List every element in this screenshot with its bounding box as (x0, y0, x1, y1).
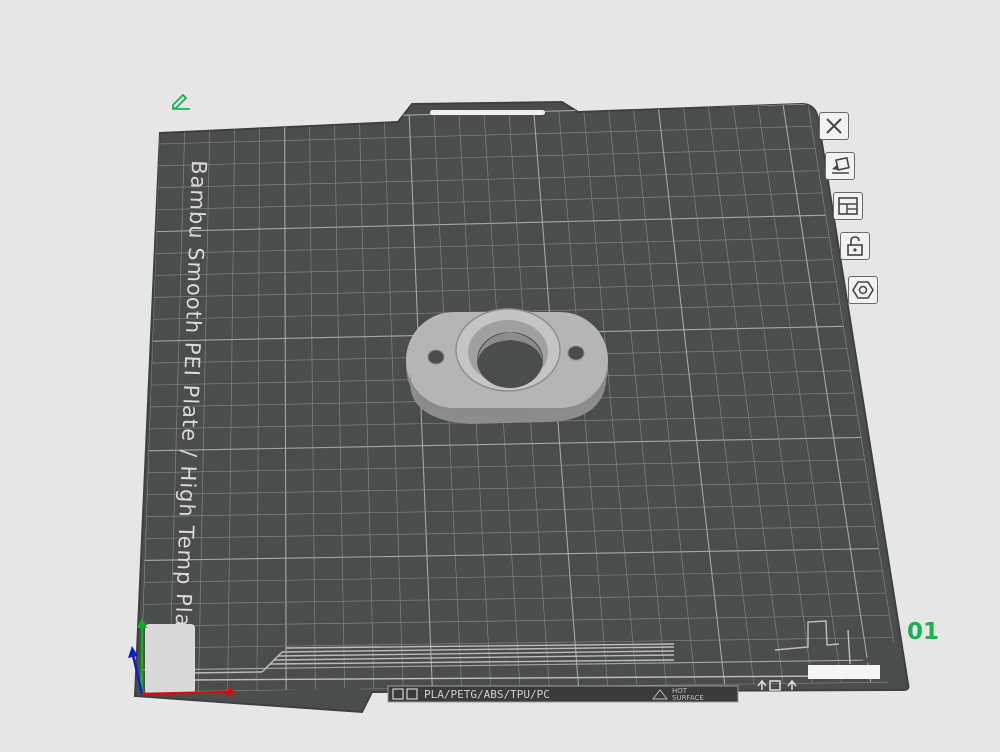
arrange-icon (838, 197, 858, 215)
close-icon (826, 118, 842, 134)
plate-materials: PLA/PETG/ABS/TPU/PC (424, 688, 550, 701)
printed-part[interactable] (406, 308, 608, 424)
hex-nut-icon (852, 281, 874, 299)
lock-plate-button[interactable] (840, 232, 870, 260)
plate-marker-tab (808, 665, 880, 679)
plate-settings-button[interactable] (848, 276, 878, 304)
arrange-button[interactable] (833, 192, 863, 220)
plate-index: 01 (907, 619, 940, 645)
auto-orient-button[interactable] (825, 152, 855, 180)
3d-viewport[interactable]: Bambu Smooth PEI Plate / High Temp Plate… (0, 0, 1000, 752)
plate-handle-slot (430, 110, 545, 115)
remove-plate-button[interactable] (819, 112, 849, 140)
hot-surface-line2: SURFACE (672, 694, 704, 702)
auto-orient-icon (832, 156, 850, 174)
edit-plate-name-icon[interactable] (170, 92, 192, 110)
lock-icon (847, 236, 863, 256)
